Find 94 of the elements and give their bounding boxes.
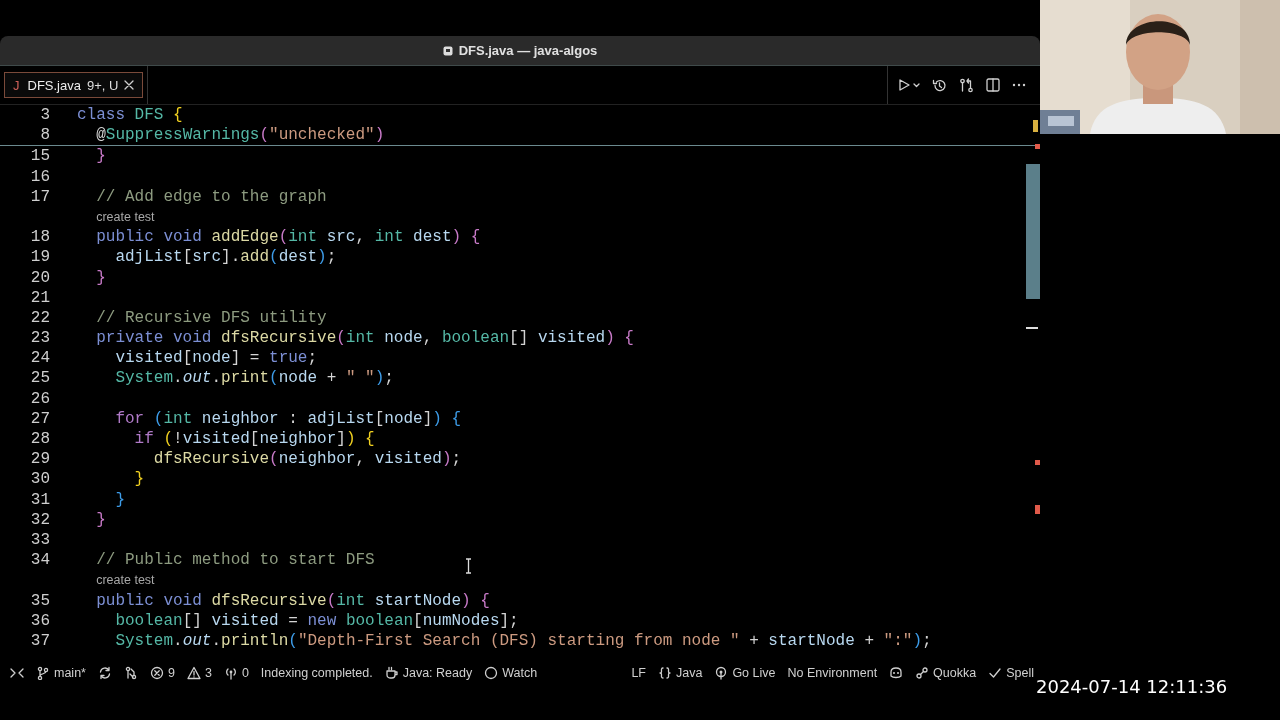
line-number: 19 [29, 247, 51, 268]
check-icon [988, 666, 1003, 680]
warning-marker [1033, 120, 1038, 132]
line-number: 24 [29, 348, 51, 369]
java-file-icon: J [13, 77, 22, 93]
circle-icon [484, 666, 499, 680]
link-icon [915, 666, 930, 680]
code-line: } [115, 489, 125, 510]
branch-icon [36, 666, 50, 680]
braces-icon [658, 666, 672, 680]
broadcast-icon [714, 666, 729, 680]
line-number: 31 [29, 489, 51, 510]
run-icon[interactable] [898, 78, 920, 92]
code-line: } [96, 267, 106, 288]
code-line: dfsRecursive(neighbor, visited); [153, 449, 462, 470]
robot-face-icon[interactable] [889, 666, 904, 680]
error-icon [149, 666, 164, 680]
code-line: } [96, 509, 106, 530]
history-icon[interactable] [932, 77, 947, 93]
line-number: 21 [29, 287, 51, 308]
app-icon [442, 45, 453, 56]
status-item[interactable]: Go Live [732, 666, 776, 680]
code-line: boolean[] visited = new boolean[numNodes]; [115, 610, 519, 631]
code-line: @SuppressWarnings("unchecked") [96, 125, 385, 146]
code-line: } [134, 469, 145, 490]
scrollbar-thumb[interactable] [1026, 164, 1040, 299]
line-number: 17 [29, 186, 51, 207]
code-line: // Public method to start DFS [96, 550, 375, 571]
code-line: for (int neighbor : adjList[node]) { [115, 408, 462, 429]
code-line: // Recursive DFS utility [96, 307, 327, 329]
status-item[interactable]: Watch [502, 666, 538, 680]
line-number: 25 [29, 368, 51, 389]
tab-label: DFS.java [27, 77, 81, 93]
line-number: 8 [39, 125, 51, 146]
line-number: 30 [29, 469, 51, 490]
coffee-cup-icon [384, 666, 399, 680]
status-item[interactable]: Java: Ready [402, 666, 473, 680]
source-control-icon[interactable] [123, 666, 138, 680]
line-number: 20 [29, 267, 51, 288]
status-item[interactable]: Indexing completed. [260, 666, 373, 680]
text-cursor-icon [465, 558, 472, 574]
code-line: System.out.println("Depth-First Search (DFS) starting from node " + startNode + ":"); [115, 630, 932, 652]
line-number: 33 [29, 529, 51, 551]
code-line: visited[node] = true; [115, 348, 318, 369]
code-line: if (!visited[neighbor]) { [134, 429, 375, 450]
line-number: 35 [29, 590, 51, 611]
error-marker [1035, 505, 1040, 514]
antenna-icon [223, 666, 238, 680]
status-item[interactable]: 3 [204, 666, 212, 680]
problem-count: 9+, U [86, 77, 119, 93]
editor-tab[interactable]: J DFS.java 9+, U [4, 72, 144, 98]
code-lens-link[interactable]: create test [96, 206, 155, 228]
line-number: 3 [39, 105, 51, 126]
error-marker [1035, 460, 1040, 465]
line-number: 36 [29, 610, 51, 631]
cursor-marker [1026, 327, 1038, 329]
code-lens-link[interactable]: create test [96, 570, 155, 591]
warning-icon [186, 666, 201, 680]
code-line: System.out.print(node + " "); [115, 368, 394, 389]
line-number: 27 [29, 408, 51, 429]
code-line: class DFS { [77, 105, 183, 126]
line-number: 22 [29, 307, 51, 329]
status-item[interactable]: LF [631, 666, 646, 680]
status-item[interactable]: Spell [1006, 666, 1034, 680]
close-icon[interactable] [124, 80, 135, 90]
code-line: // Add edge to the graph [96, 186, 327, 207]
status-item[interactable]: Quokka [933, 666, 977, 680]
compare-icon[interactable] [959, 77, 974, 93]
sync-icon[interactable] [97, 666, 112, 680]
error-marker [1035, 144, 1040, 149]
line-number: 28 [29, 429, 51, 450]
split-editor-icon[interactable] [986, 78, 1000, 92]
line-number: 18 [29, 227, 51, 248]
code-line: public void addEdge(int src, int dest) { [96, 227, 481, 248]
line-number: 16 [29, 166, 51, 187]
line-number: 26 [29, 388, 51, 409]
line-number: 32 [29, 509, 51, 530]
line-number: 34 [29, 550, 51, 571]
line-number: 37 [29, 630, 51, 652]
remote-icon[interactable] [10, 666, 24, 680]
status-item[interactable]: main* [54, 666, 86, 680]
status-item[interactable]: 0 [241, 666, 249, 680]
status-item[interactable]: No Environment [787, 666, 878, 680]
line-number: 15 [29, 146, 51, 167]
status-item[interactable]: 9 [167, 666, 175, 680]
timestamp: 2024-07-14 12:11:36 [1036, 676, 1228, 697]
line-number: 29 [29, 449, 51, 470]
code-line: private void dfsRecursive(int node, boolean[] visited) { [96, 328, 634, 349]
line-number: 23 [29, 328, 51, 349]
code-line: adjList[src].add(dest); [115, 247, 337, 268]
status-item[interactable]: Java [676, 666, 703, 680]
window-title: DFS.java — java-algos [442, 43, 598, 58]
code-line: } [96, 146, 106, 167]
code-line: public void dfsRecursive(int startNode) { [96, 590, 490, 611]
